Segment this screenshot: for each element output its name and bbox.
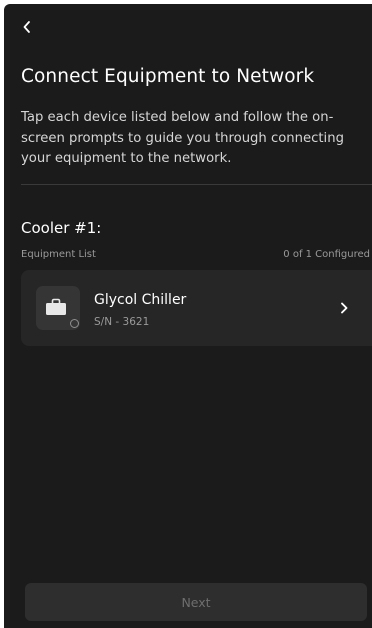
chevron-right-icon <box>341 302 348 314</box>
equipment-list-label: Equipment List <box>21 249 96 260</box>
briefcase-icon <box>46 298 66 315</box>
chevron-left-icon <box>23 21 30 33</box>
back-button[interactable] <box>18 18 36 36</box>
section-divider <box>21 184 372 185</box>
device-serial: S/N - 3621 <box>94 316 150 328</box>
app-screen: Connect Equipment to Network Tap each de… <box>4 4 372 628</box>
page-description: Tap each device listed below and follow … <box>21 110 344 166</box>
configured-count: 0 of 1 Configured <box>283 249 370 260</box>
cooler-title: Cooler #1: <box>21 219 102 237</box>
device-name: Glycol Chiller <box>94 292 187 308</box>
next-button[interactable]: Next <box>25 583 367 621</box>
device-icon-box <box>36 286 80 330</box>
device-card-glycol-chiller[interactable]: Glycol Chiller S/N - 3621 <box>21 270 372 346</box>
status-dot-icon <box>70 319 79 328</box>
page-title: Connect Equipment to Network <box>21 66 315 87</box>
